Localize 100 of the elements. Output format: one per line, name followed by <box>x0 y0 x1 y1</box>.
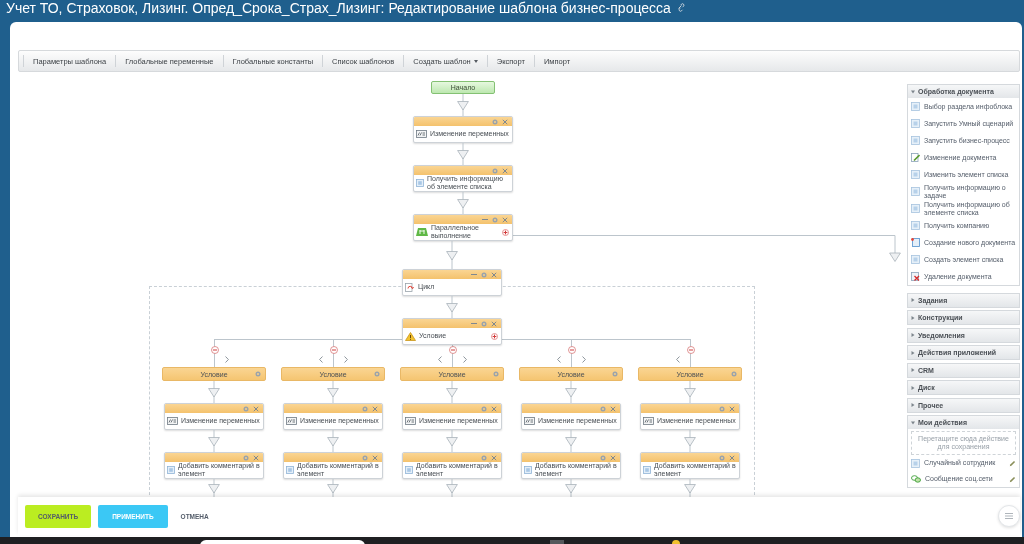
chat-icon <box>911 475 921 483</box>
connector-arrow <box>327 479 339 497</box>
connector-arrow <box>208 479 220 497</box>
close-icon[interactable] <box>372 405 378 412</box>
block-icon <box>911 204 920 213</box>
chevron-right-icon[interactable] <box>463 356 467 363</box>
settings-icon[interactable] <box>719 405 725 412</box>
caret-icon <box>911 368 915 372</box>
connector-arrow <box>208 381 220 403</box>
settings-icon[interactable] <box>493 371 499 377</box>
close-icon[interactable] <box>610 405 616 412</box>
remove-icon[interactable] <box>448 346 457 354</box>
remove-icon[interactable] <box>686 346 695 354</box>
close-icon[interactable] <box>253 405 259 412</box>
split-icon <box>416 228 428 236</box>
variable-box-icon <box>286 417 297 425</box>
close-icon[interactable] <box>372 454 378 461</box>
settings-icon[interactable] <box>492 216 498 223</box>
document-icon <box>405 466 413 474</box>
document-icon <box>416 179 424 187</box>
variable-box-icon <box>416 130 427 138</box>
chevron-left-icon[interactable] <box>319 356 323 363</box>
connector-arrow <box>457 143 469 165</box>
chevron-left-icon[interactable] <box>676 356 680 363</box>
connector-arrow <box>327 430 339 452</box>
settings-icon[interactable] <box>492 167 498 174</box>
remove-icon[interactable] <box>567 346 576 354</box>
chevron-right-icon[interactable] <box>582 356 586 363</box>
minimize-icon[interactable] <box>471 273 477 276</box>
settings-icon[interactable] <box>600 405 606 412</box>
connector-arrow <box>446 430 458 452</box>
settings-icon[interactable] <box>481 271 487 278</box>
connector-arrow <box>457 192 469 214</box>
close-icon[interactable] <box>491 454 497 461</box>
new-document-icon <box>911 238 920 247</box>
close-icon[interactable] <box>491 405 497 412</box>
plus-icon[interactable] <box>502 228 509 236</box>
close-icon[interactable] <box>502 216 508 223</box>
settings-icon[interactable] <box>600 454 606 461</box>
variable-box-icon <box>643 417 654 425</box>
document-icon <box>524 466 532 474</box>
close-icon[interactable] <box>610 454 616 461</box>
settings-icon[interactable] <box>362 405 368 412</box>
menu-button[interactable] <box>998 505 1020 527</box>
settings-icon[interactable] <box>243 405 249 412</box>
connector-arrow <box>457 94 469 116</box>
link-icon[interactable] <box>676 3 686 12</box>
connector-arrow <box>327 381 339 403</box>
settings-icon[interactable] <box>481 454 487 461</box>
warning-icon <box>405 331 416 341</box>
pencil-icon[interactable] <box>1009 459 1016 467</box>
document-icon <box>643 466 651 474</box>
close-icon[interactable] <box>491 271 497 278</box>
settings-icon[interactable] <box>362 454 368 461</box>
edit-document-icon <box>911 153 920 162</box>
close-icon[interactable] <box>491 320 497 327</box>
close-icon[interactable] <box>729 405 735 412</box>
settings-icon[interactable] <box>719 454 725 461</box>
menu-icon <box>1005 513 1013 519</box>
chevron-left-icon[interactable] <box>557 356 561 363</box>
settings-icon[interactable] <box>255 371 261 377</box>
caret-icon <box>911 385 915 390</box>
remove-icon[interactable] <box>329 346 338 354</box>
connector-arrow <box>446 241 458 269</box>
caret-icon <box>911 333 915 337</box>
connector-arrow <box>565 430 577 452</box>
minimize-icon[interactable] <box>482 218 488 221</box>
settings-icon[interactable] <box>612 371 618 377</box>
remove-icon[interactable] <box>210 346 219 354</box>
connector-arrow <box>446 381 458 403</box>
chevron-right-icon[interactable] <box>225 356 229 363</box>
connector-arrow <box>565 479 577 497</box>
block-icon <box>911 255 920 264</box>
settings-icon[interactable] <box>243 454 249 461</box>
chevron-left-icon[interactable] <box>438 356 442 363</box>
close-icon[interactable] <box>253 454 259 461</box>
plus-icon[interactable] <box>491 332 498 340</box>
connector-arrow <box>446 296 458 318</box>
connector-arrow <box>684 479 696 497</box>
chevron-right-icon[interactable] <box>344 356 348 363</box>
minimize-icon[interactable] <box>471 322 477 325</box>
block-icon <box>911 458 920 468</box>
block-icon <box>911 136 920 145</box>
settings-icon[interactable] <box>731 371 737 377</box>
connector-arrow <box>208 430 220 452</box>
settings-icon[interactable] <box>481 405 487 412</box>
block-icon <box>911 102 920 111</box>
caret-icon <box>911 350 915 355</box>
settings-icon[interactable] <box>492 118 498 125</box>
loop-icon <box>405 282 415 292</box>
pencil-icon[interactable] <box>1009 475 1016 483</box>
connector-arrow <box>446 479 458 497</box>
caret-icon <box>911 420 915 425</box>
close-icon[interactable] <box>502 167 508 174</box>
close-icon[interactable] <box>502 118 508 125</box>
settings-icon[interactable] <box>481 320 487 327</box>
caret-icon <box>911 89 915 94</box>
close-icon[interactable] <box>729 454 735 461</box>
connector-arrow <box>684 381 696 403</box>
settings-icon[interactable] <box>374 371 380 377</box>
